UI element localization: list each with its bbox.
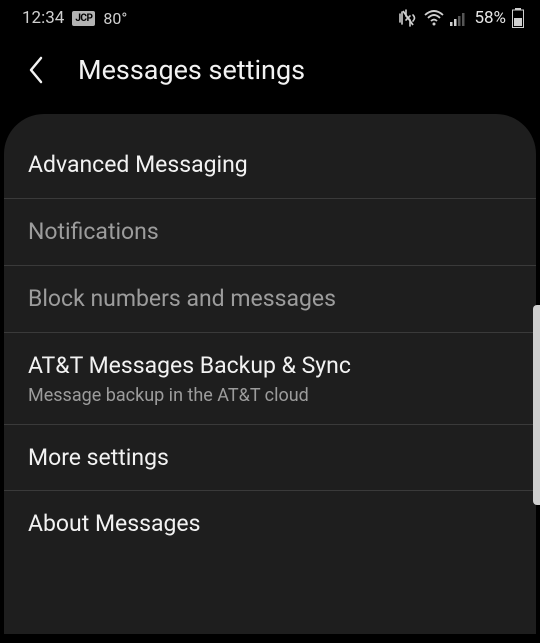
- jcp-badge: JCP: [72, 11, 95, 26]
- battery-icon: [512, 8, 524, 28]
- setting-title: Block numbers and messages: [28, 284, 512, 314]
- status-time: 12:34: [22, 8, 64, 28]
- vibrate-icon: [398, 9, 418, 27]
- setting-notifications[interactable]: Notifications: [4, 199, 536, 266]
- setting-block-numbers[interactable]: Block numbers and messages: [4, 266, 536, 333]
- back-button[interactable]: [22, 56, 50, 84]
- setting-title: Advanced Messaging: [28, 150, 512, 180]
- setting-advanced-messaging[interactable]: Advanced Messaging: [4, 132, 536, 199]
- settings-panel: Advanced Messaging Notifications Block n…: [4, 114, 536, 634]
- header: Messages settings: [0, 36, 540, 114]
- setting-subtitle: Message backup in the AT&T cloud: [28, 385, 512, 406]
- setting-att-backup-sync[interactable]: AT&T Messages Backup & Sync Message back…: [4, 333, 536, 425]
- wifi-icon: [424, 10, 444, 26]
- setting-more-settings[interactable]: More settings: [4, 425, 536, 492]
- setting-title: AT&T Messages Backup & Sync: [28, 351, 512, 381]
- status-bar-right: 58%: [398, 8, 524, 28]
- scrollbar-thumb[interactable]: [533, 305, 540, 505]
- status-temperature: 80°: [103, 9, 127, 28]
- setting-title: Notifications: [28, 217, 512, 247]
- setting-title: About Messages: [28, 509, 512, 539]
- setting-title: More settings: [28, 443, 512, 473]
- signal-icon: [450, 11, 468, 26]
- setting-about-messages[interactable]: About Messages: [4, 491, 536, 557]
- page-title: Messages settings: [78, 54, 305, 86]
- chevron-left-icon: [27, 55, 45, 85]
- status-bar: 12:34 JCP 80° 58%: [0, 0, 540, 36]
- battery-percentage: 58%: [474, 8, 506, 28]
- status-bar-left: 12:34 JCP 80°: [22, 8, 127, 28]
